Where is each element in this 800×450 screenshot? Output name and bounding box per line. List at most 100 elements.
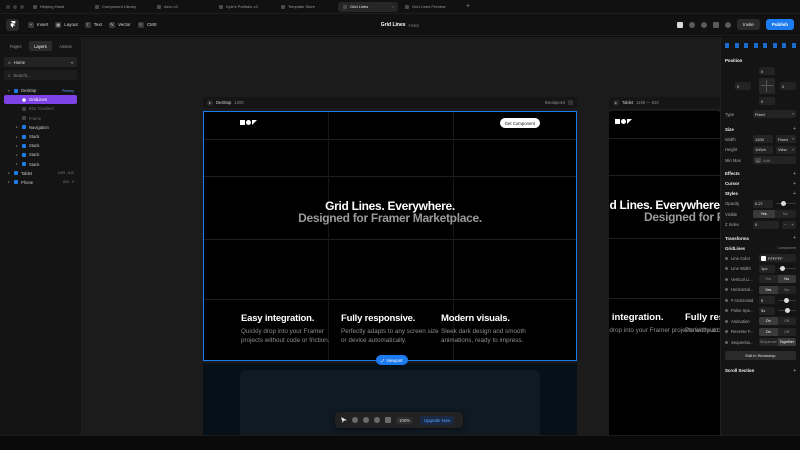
slider-knob[interactable] <box>785 308 791 314</box>
align-center-h-icon[interactable] <box>734 42 739 48</box>
brand-logo[interactable] <box>240 120 257 125</box>
preview-play-icon[interactable] <box>724 21 731 28</box>
animation-toggle[interactable]: On Off <box>759 317 796 326</box>
layer-row[interactable]: ▸ Stack <box>4 150 77 159</box>
framer-logo-icon[interactable] <box>6 18 19 31</box>
disclosure-icon[interactable]: ▸ <box>16 135 19 139</box>
brand-logo[interactable] <box>615 119 632 124</box>
help-icon[interactable] <box>700 21 707 28</box>
plus-icon[interactable]: + <box>793 181 796 187</box>
breakpoint-control[interactable]: Breakpoint <box>545 100 573 105</box>
plus-icon[interactable]: + <box>791 222 793 227</box>
desktop-frame[interactable]: Get Component Grid Lines. Everywhere. De… <box>203 111 577 361</box>
disclosure-icon[interactable]: ▸ <box>16 125 19 129</box>
horizontal-count-slider[interactable] <box>778 296 796 304</box>
plus-icon[interactable]: + <box>793 191 796 197</box>
distribute-v-icon[interactable] <box>791 42 796 48</box>
align-bottom-icon[interactable] <box>772 42 777 48</box>
analytics-icon[interactable] <box>712 21 719 28</box>
opacity-input[interactable]: 0.27 <box>753 199 773 208</box>
slider-knob[interactable] <box>780 266 786 272</box>
browser-tab[interactable]: Grid Lines Preview <box>400 2 460 12</box>
play-icon[interactable]: ▸ <box>207 99 213 106</box>
layer-row[interactable]: GridLines <box>4 95 77 105</box>
layer-row[interactable]: ▸ Stack <box>4 141 77 150</box>
slider-knob[interactable] <box>781 201 787 207</box>
layer-row[interactable]: ▸ Stack <box>4 160 77 169</box>
framer-ai-icon[interactable] <box>676 21 683 28</box>
pos-top-input[interactable]: 0 <box>759 67 775 75</box>
zindex-stepper[interactable]: − + <box>782 220 796 229</box>
comment-icon[interactable] <box>363 417 369 423</box>
align-top-icon[interactable] <box>753 42 758 48</box>
disclosure-icon[interactable]: ▾ <box>8 89 11 93</box>
layer-row[interactable]: ▾ Desktop Primary <box>4 86 77 95</box>
pulse-speed-input[interactable]: 5s <box>759 306 776 315</box>
reverse-toggle[interactable]: On Off <box>759 327 796 336</box>
tablet-frame-header[interactable]: ▸ Tablet 1199 — 810 <box>609 97 720 108</box>
layer-row[interactable]: Frame <box>4 114 77 123</box>
invite-button[interactable]: Invite <box>736 19 760 30</box>
constraints-widget[interactable] <box>759 78 775 94</box>
layer-row[interactable]: ▸ Stack <box>4 132 77 141</box>
grid-icon[interactable] <box>385 417 391 423</box>
line-color-input[interactable]: FFFFFF <box>759 254 796 263</box>
play-icon[interactable]: ▸ <box>613 99 619 106</box>
horizontal-lines-toggle[interactable]: Yes No <box>759 285 796 294</box>
disclosure-icon[interactable]: ▸ <box>8 171 11 175</box>
layer-row[interactable]: Blur Gradient <box>4 104 77 113</box>
layer-row[interactable]: ▸ Phone 809 - 0 <box>4 178 77 187</box>
distribute-h-icon[interactable] <box>782 42 787 48</box>
browser-tab[interactable]: Kyle's Portfolio v3 <box>214 2 274 12</box>
color-swatch[interactable] <box>761 255 766 261</box>
vertical-lines-toggle[interactable]: Yes No <box>759 275 796 284</box>
publish-button[interactable]: Publish <box>765 19 794 30</box>
vector-button[interactable]: ✎ Vector <box>109 21 131 28</box>
tab-pages[interactable]: Pages <box>4 41 27 51</box>
tab-layers[interactable]: Layers <box>29 41 52 51</box>
layer-row[interactable]: ▸ Tablet 1199 - 810 <box>4 169 77 178</box>
browser-tab[interactable]: Component Library <box>90 2 150 12</box>
tab-assets[interactable]: Assets <box>54 41 77 51</box>
disclosure-icon[interactable]: ▸ <box>16 153 19 157</box>
insert-button[interactable]: + Insert <box>28 21 48 28</box>
new-tab-icon[interactable]: + <box>466 3 470 10</box>
line-width-slider[interactable] <box>778 265 796 273</box>
type-select[interactable]: Fixed ▾ <box>753 110 796 119</box>
plus-icon[interactable]: + <box>793 171 796 177</box>
layout-button[interactable]: ▦ Layout <box>55 21 78 28</box>
height-mode-select[interactable]: View ▾ <box>776 145 796 154</box>
align-left-icon[interactable] <box>725 42 729 48</box>
minus-icon[interactable]: − <box>784 222 786 227</box>
edit-in-workshop-button[interactable]: Edit in Workshop <box>725 350 796 360</box>
plus-icon[interactable]: + <box>793 368 796 374</box>
browser-tab[interactable]: Helping Hand <box>28 2 88 12</box>
canvas[interactable]: ▸ Desktop 1200 Breakpoint ▸ Tablet 1199 … <box>82 37 720 435</box>
disclosure-icon[interactable]: ▸ <box>8 180 11 184</box>
height-input[interactable]: 100vh <box>753 145 773 154</box>
plus-icon[interactable]: + <box>793 126 796 132</box>
settings-icon[interactable] <box>688 21 695 28</box>
record-icon[interactable] <box>374 417 380 423</box>
page-select[interactable]: ⌂ Home ▾ <box>4 57 77 67</box>
cursor-icon[interactable] <box>341 417 347 423</box>
browser-tab[interactable]: Template Store <box>276 2 336 12</box>
align-center-v-icon[interactable] <box>763 42 768 48</box>
plus-icon[interactable]: + <box>793 235 796 241</box>
get-component-button[interactable]: Get Component <box>499 118 540 128</box>
upgrade-button[interactable]: Upgrade Now <box>420 415 455 425</box>
browser-tab[interactable]: Grid Lines × <box>338 1 398 12</box>
pos-left-input[interactable]: 0 <box>735 82 751 90</box>
close-icon[interactable]: × <box>392 4 394 9</box>
line-width-input[interactable]: 1px <box>759 264 776 273</box>
opacity-slider[interactable] <box>776 200 796 208</box>
disclosure-icon[interactable]: ▸ <box>16 162 19 166</box>
cms-button[interactable]: ≡ CMS <box>137 21 157 28</box>
text-button[interactable]: T Text <box>84 21 102 28</box>
layer-row[interactable]: ▸ Navigation <box>4 123 77 132</box>
width-input[interactable]: 1200 <box>753 135 773 144</box>
zoom-select[interactable]: 100% <box>396 416 413 424</box>
visible-toggle[interactable]: Yes No <box>753 210 796 219</box>
browser-tab[interactable]: Aero v3 <box>152 2 212 12</box>
sequence-toggle[interactable]: Sequence Together <box>759 338 796 347</box>
